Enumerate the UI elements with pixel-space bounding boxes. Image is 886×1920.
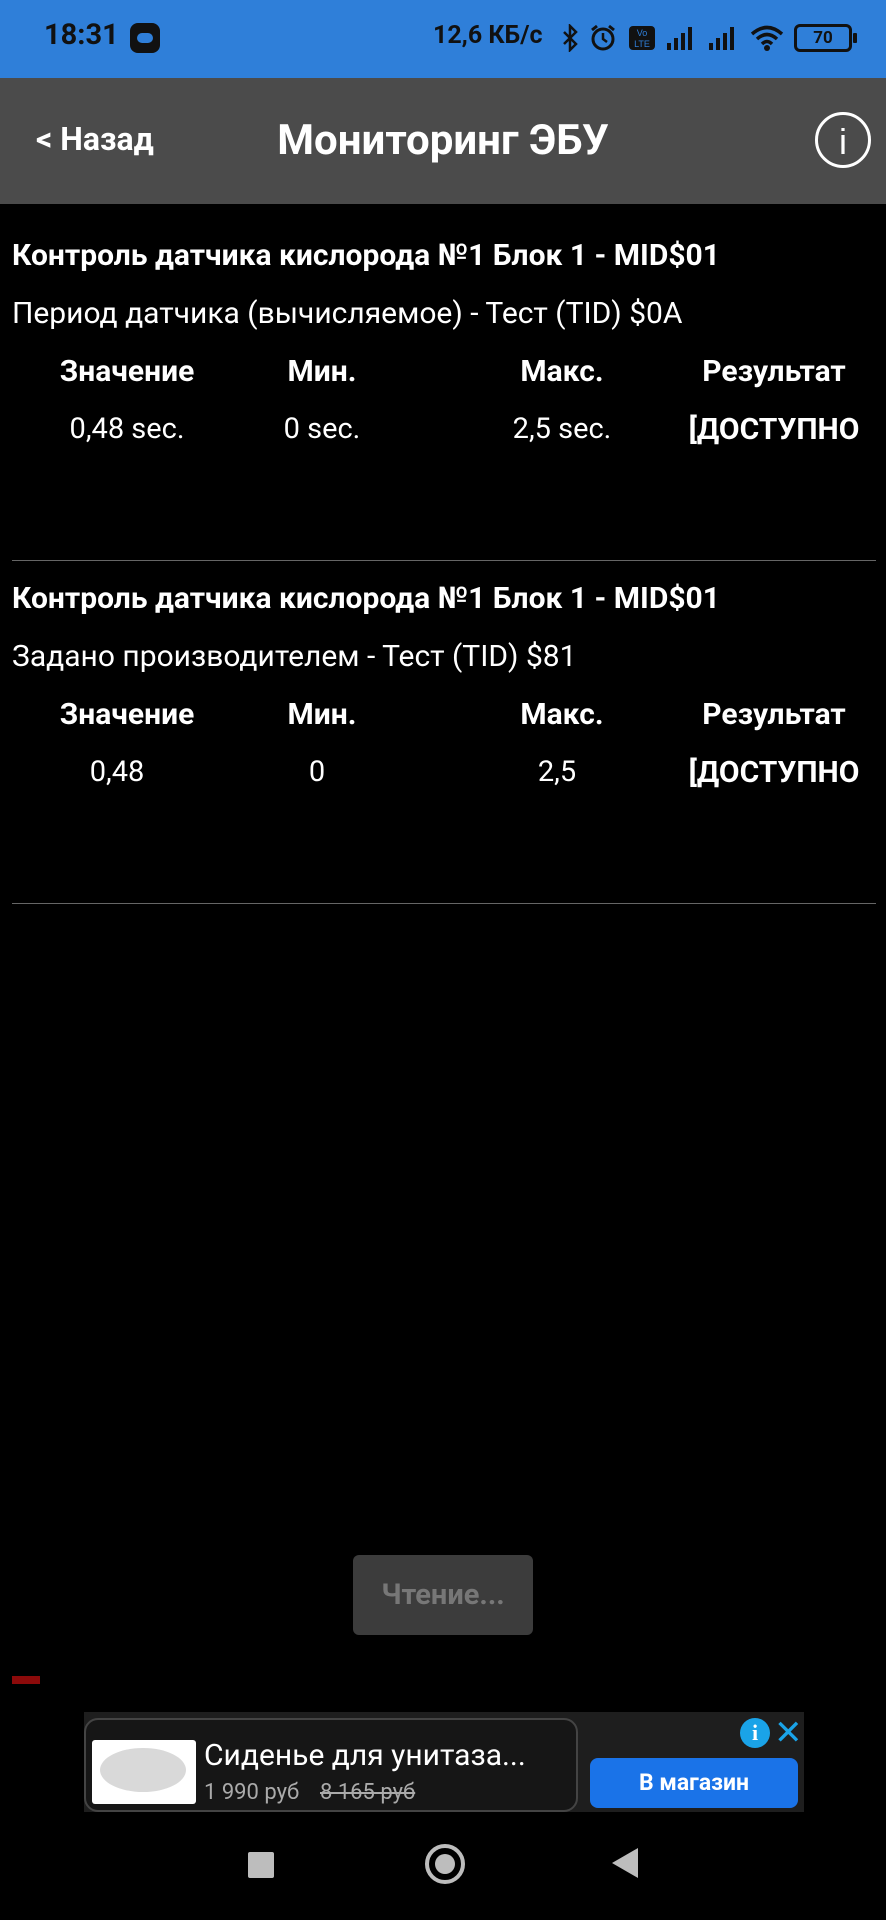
cell-result: [ДОСТУПНО bbox=[688, 755, 860, 790]
monitor-block: Контроль датчика кислорода №1 Блок 1 - M… bbox=[12, 238, 876, 458]
divider bbox=[12, 560, 876, 561]
header-min: Мин. bbox=[287, 697, 357, 732]
network-speed: 12,6 КБ/с bbox=[433, 21, 543, 50]
ad-price: 1 990 руб bbox=[204, 1780, 300, 1805]
back-icon[interactable] bbox=[612, 1848, 638, 1878]
cell-value: 0,48 sec. bbox=[69, 412, 185, 446]
ad-card[interactable]: Сиденье для унитаза... 1 990 руб 8 165 р… bbox=[84, 1718, 578, 1812]
alarm-icon bbox=[591, 24, 615, 51]
reading-button[interactable]: Чтение... bbox=[353, 1555, 533, 1635]
monitor-block: Контроль датчика кислорода №1 Блок 1 - M… bbox=[12, 581, 876, 801]
cell-value: 0,48 bbox=[89, 755, 145, 789]
volte-icon: VoLTE bbox=[629, 26, 655, 50]
home-icon[interactable] bbox=[425, 1844, 465, 1884]
notification-app-icon bbox=[130, 23, 160, 53]
cell-min: 0 bbox=[308, 755, 326, 789]
signal-icon bbox=[709, 27, 734, 50]
battery-icon: 70 bbox=[794, 24, 857, 52]
monitor-subtitle: Период датчика (вычисляемое) - Тест (TID… bbox=[12, 296, 683, 331]
red-indicator bbox=[12, 1676, 40, 1684]
header-max: Макс. bbox=[520, 697, 604, 732]
battery-level: 70 bbox=[813, 28, 833, 48]
ad-old-price: 8 165 руб bbox=[320, 1780, 416, 1805]
cell-max: 2,5 sec. bbox=[512, 412, 612, 446]
header-value: Значение bbox=[59, 697, 195, 732]
header-min: Мин. bbox=[287, 354, 357, 389]
signal-icon bbox=[667, 27, 692, 50]
page-title: Мониторинг ЭБУ bbox=[277, 116, 609, 165]
monitor-title: Контроль датчика кислорода №1 Блок 1 - M… bbox=[12, 238, 720, 273]
status-time: 18:31 bbox=[44, 18, 119, 52]
svg-text:LTE: LTE bbox=[634, 39, 650, 49]
cell-result: [ДОСТУПНО bbox=[688, 412, 860, 447]
adchoices-icon[interactable]: i bbox=[740, 1718, 770, 1748]
wifi-icon bbox=[750, 25, 784, 51]
ad-banner[interactable]: Сиденье для унитаза... 1 990 руб 8 165 р… bbox=[84, 1712, 804, 1812]
divider bbox=[12, 903, 876, 904]
header-max: Макс. bbox=[520, 354, 604, 389]
monitor-subtitle: Задано производителем - Тест (TID) $81 bbox=[12, 639, 577, 674]
recents-icon[interactable] bbox=[248, 1852, 274, 1878]
cell-min: 0 sec. bbox=[283, 412, 361, 446]
svg-text:Vo: Vo bbox=[637, 28, 648, 38]
header-value: Значение bbox=[59, 354, 195, 389]
ad-close-icon[interactable]: ✕ bbox=[774, 1714, 803, 1752]
ad-shop-button[interactable]: В магазин bbox=[590, 1758, 798, 1808]
status-icons: Vo LTE 70 bbox=[562, 20, 857, 56]
bluetooth-icon bbox=[563, 24, 578, 52]
ad-product-image[interactable] bbox=[92, 1740, 196, 1804]
ad-title[interactable]: Сиденье для унитаза... bbox=[204, 1738, 526, 1773]
app-header: < Назад Мониторинг ЭБУ bbox=[0, 78, 886, 204]
header-result: Результат bbox=[702, 354, 846, 389]
info-icon[interactable] bbox=[815, 112, 871, 168]
header-result: Результат bbox=[702, 697, 846, 732]
monitor-title: Контроль датчика кислорода №1 Блок 1 - M… bbox=[12, 581, 720, 616]
status-bar: 18:31 12,6 КБ/с Vo LTE 70 bbox=[0, 0, 886, 78]
cell-max: 2,5 bbox=[537, 755, 577, 789]
